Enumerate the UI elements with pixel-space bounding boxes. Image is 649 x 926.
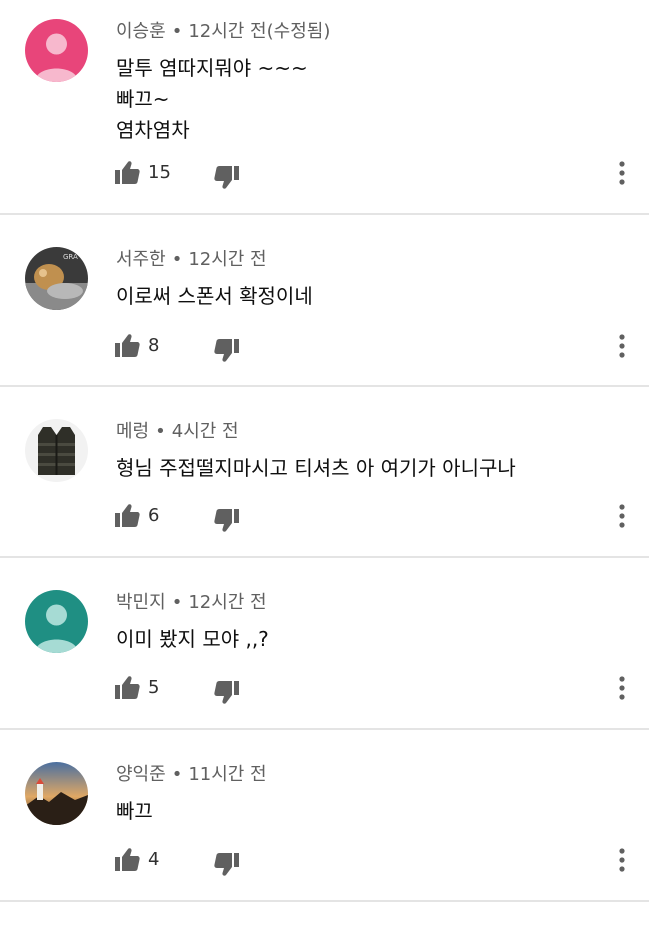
thumbs-up-icon[interactable] [112,502,142,530]
comment-meta: 이승훈 • 12시간 전(수정됨) [116,20,330,44]
comment-time: 12시간 전(수정됨) [188,21,331,42]
like-count: 15 [148,162,171,183]
more-vert-icon[interactable] [617,846,627,874]
author-name[interactable]: 박민지 [116,592,166,613]
default-avatar-icon [25,590,88,653]
comment-line: 형님 주접떨지마시고 티셔츠 아 여기가 아니구나 [116,456,516,480]
meta-separator: • [171,249,183,270]
comment-meta: 서주한 • 12시간 전 [116,248,267,272]
comment-meta: 박민지 • 12시간 전 [116,591,267,615]
svg-text:GRA: GRA [63,253,78,261]
comment-text: 이미 봤지 모야 ,,? [116,624,269,655]
more-vert-icon[interactable] [617,159,627,187]
thumbs-down-icon[interactable] [212,163,242,191]
avatar[interactable]: GRA [25,247,88,310]
comment-text: 형님 주접떨지마시고 티셔츠 아 여기가 아니구나 [116,453,516,484]
comment-list: 이승훈 • 12시간 전(수정됨) 말투 염따지뭐야 ~~~ 빠끄~ 염차염차 15 [0,0,649,902]
comment-time: 4시간 전 [171,421,239,442]
thumbs-up-icon[interactable] [112,846,142,874]
comment-text: 말투 염따지뭐야 ~~~ 빠끄~ 염차염차 [116,53,308,146]
meta-separator: • [171,764,183,785]
meta-separator: • [155,421,166,442]
thumbs-down-icon[interactable] [212,506,242,534]
meta-separator: • [171,592,183,613]
comment-meta: 메렁 • 4시간 전 [116,420,239,444]
comment-item: 이승훈 • 12시간 전(수정됨) 말투 염따지뭐야 ~~~ 빠끄~ 염차염차 15 [0,0,649,215]
meta-separator: • [171,21,183,42]
comment-actions: 4 [112,846,637,876]
more-vert-icon[interactable] [617,502,627,530]
thumbs-down-icon[interactable] [212,850,242,878]
comment-time: 11시간 전 [188,764,267,785]
thumbs-up-icon[interactable] [112,332,142,360]
avatar[interactable] [25,19,88,82]
comment-line: 이미 봤지 모야 ,,? [116,627,269,651]
thumbs-down-icon[interactable] [212,678,242,706]
comment-actions: 5 [112,674,637,704]
more-vert-icon[interactable] [617,674,627,702]
author-name[interactable]: 서주한 [116,249,166,270]
comment-meta: 양익준 • 11시간 전 [116,763,267,787]
thumbs-up-icon[interactable] [112,674,142,702]
like-count: 6 [148,505,160,526]
default-avatar-icon [25,19,88,82]
vest-photo-icon [25,419,88,482]
comment-item: 양익준 • 11시간 전 빠끄 4 [0,730,649,902]
comment-line: 빠끄 [116,799,153,823]
comment-text: 이로써 스폰서 확정이네 [116,281,313,312]
comment-time: 12시간 전 [188,592,267,613]
thumbs-down-icon[interactable] [212,336,242,364]
comment-item: GRA 서주한 • 12시간 전 이로써 스폰서 확정이네 8 [0,215,649,387]
author-name[interactable]: 양익준 [116,764,166,785]
avatar[interactable] [25,590,88,653]
author-name[interactable]: 메렁 [116,421,149,442]
comment-line: 이로써 스폰서 확정이네 [116,284,313,308]
like-count: 5 [148,677,160,698]
author-name[interactable]: 이승훈 [116,21,166,42]
comment-item: 메렁 • 4시간 전 형님 주접떨지마시고 티셔츠 아 여기가 아니구나 6 [0,387,649,558]
avatar[interactable] [25,419,88,482]
comment-item: 박민지 • 12시간 전 이미 봤지 모야 ,,? 5 [0,558,649,730]
like-count: 4 [148,849,160,870]
comment-actions: 15 [112,159,637,189]
more-vert-icon[interactable] [617,332,627,360]
avatar[interactable] [25,762,88,825]
comment-line: 염차염차 [116,118,190,142]
comment-actions: 8 [112,332,637,362]
animal-photo-icon: GRA [25,247,88,310]
comment-time: 12시간 전 [188,249,267,270]
landscape-photo-icon [25,762,88,825]
comment-actions: 6 [112,502,637,532]
comment-line: 빠끄~ [116,87,170,111]
like-count: 8 [148,335,160,356]
thumbs-up-icon[interactable] [112,159,142,187]
comment-line: 말투 염따지뭐야 ~~~ [116,56,308,80]
comment-text: 빠끄 [116,796,153,827]
